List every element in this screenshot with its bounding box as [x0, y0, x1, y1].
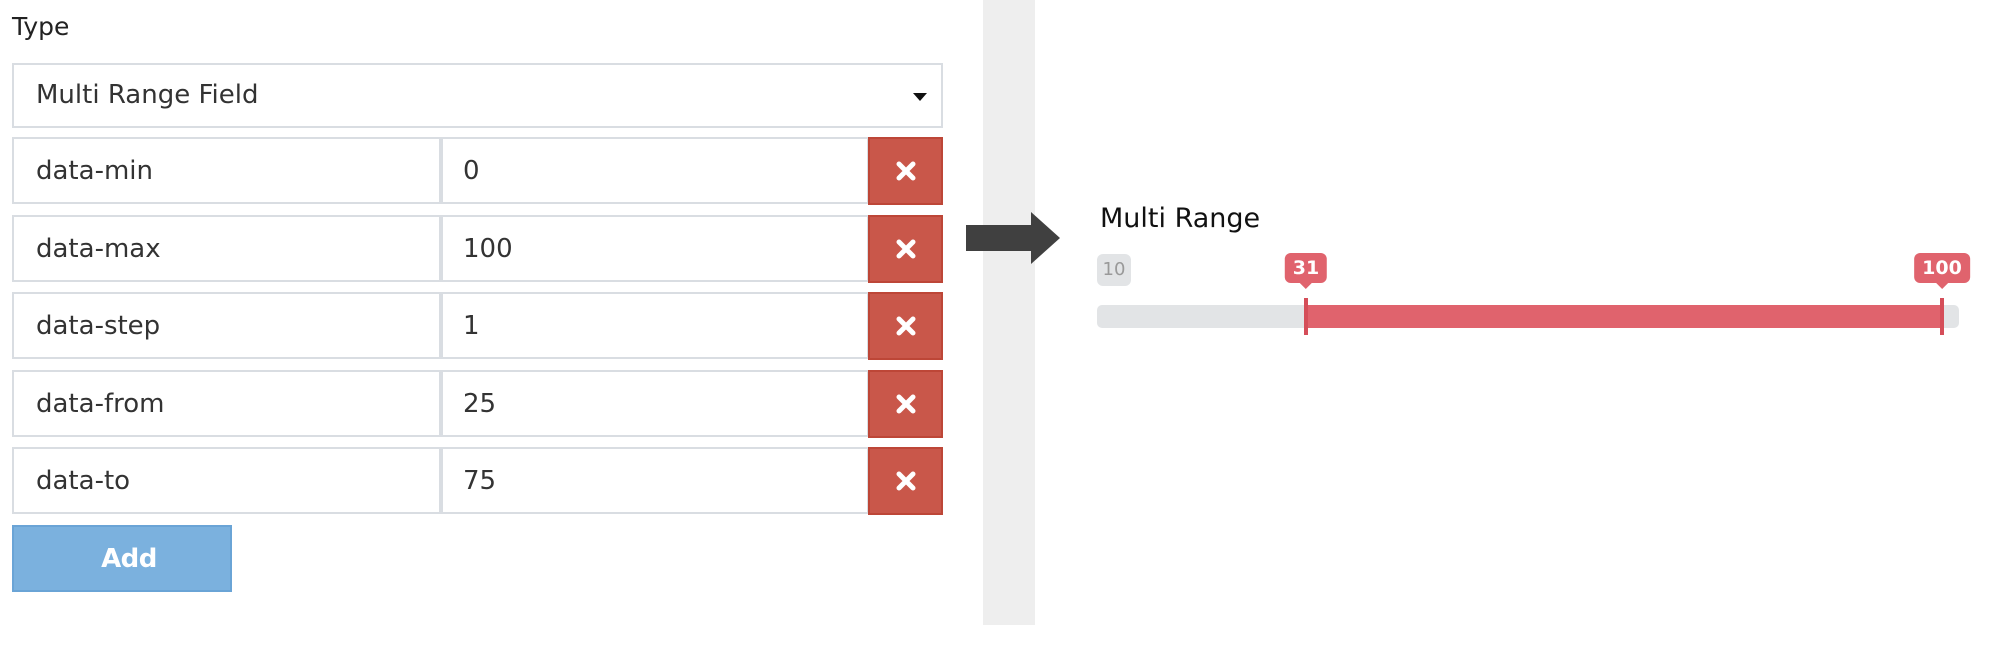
attribute-value-input[interactable]: [441, 137, 869, 204]
range-from-tooltip: 31: [1284, 253, 1328, 289]
attribute-value-input[interactable]: [441, 215, 869, 282]
chevron-down-icon: [913, 93, 927, 101]
range-selected-bar: [1306, 305, 1942, 328]
type-label: Type: [12, 12, 70, 41]
close-icon: [896, 394, 915, 414]
attribute-row: [12, 292, 943, 360]
range-handle-to[interactable]: [1940, 298, 1944, 335]
attribute-name-input[interactable]: [12, 292, 441, 359]
remove-attribute-button[interactable]: [868, 137, 943, 205]
close-icon: [896, 471, 915, 491]
attribute-row: [12, 137, 943, 205]
attribute-name-input[interactable]: [12, 370, 441, 437]
attribute-value-input[interactable]: [441, 292, 869, 359]
attribute-row: [12, 447, 943, 515]
range-handle-from[interactable]: [1304, 298, 1308, 335]
type-select[interactable]: Multi Range Field: [12, 63, 943, 128]
remove-attribute-button[interactable]: [868, 292, 943, 360]
add-attribute-button[interactable]: Add Attribute: [12, 525, 232, 637]
attribute-value-input[interactable]: [441, 447, 869, 514]
range-to-tooltip: 100: [1914, 253, 1970, 289]
close-icon: [896, 161, 915, 181]
range-label: Multi Range: [1100, 203, 1261, 234]
panel-divider: [983, 0, 1035, 625]
attribute-name-input[interactable]: [12, 447, 441, 514]
type-select-value: Multi Range Field: [36, 80, 259, 110]
close-icon: [896, 316, 915, 336]
remove-attribute-button[interactable]: [868, 447, 943, 515]
close-icon: [896, 239, 915, 259]
min-label-badge: 10: [1097, 254, 1131, 286]
attribute-name-input[interactable]: [12, 215, 441, 282]
attribute-value-input[interactable]: [441, 370, 869, 437]
attribute-name-input[interactable]: [12, 137, 441, 204]
attribute-row: [12, 370, 943, 438]
attribute-row: [12, 215, 943, 283]
arrow-right-icon: [966, 212, 1060, 264]
remove-attribute-button[interactable]: [868, 215, 943, 283]
remove-attribute-button[interactable]: [868, 370, 943, 438]
